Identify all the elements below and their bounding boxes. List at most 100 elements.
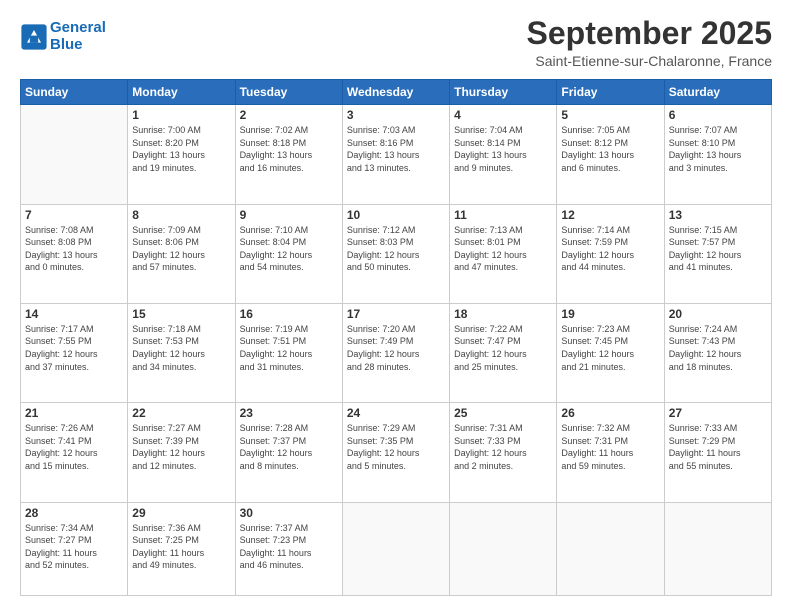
day-detail: Sunrise: 7:26 AMSunset: 7:41 PMDaylight:…	[25, 422, 123, 472]
calendar-table: Sunday Monday Tuesday Wednesday Thursday…	[20, 79, 772, 596]
day-number: 19	[561, 307, 659, 321]
col-wednesday: Wednesday	[342, 80, 449, 105]
day-detail: Sunrise: 7:02 AMSunset: 8:18 PMDaylight:…	[240, 124, 338, 174]
day-number: 18	[454, 307, 552, 321]
day-number: 3	[347, 108, 445, 122]
day-number: 9	[240, 208, 338, 222]
day-detail: Sunrise: 7:19 AMSunset: 7:51 PMDaylight:…	[240, 323, 338, 373]
table-row: 13 Sunrise: 7:15 AMSunset: 7:57 PMDayligh…	[664, 204, 771, 303]
table-row: 24Sunrise: 7:29 AMSunset: 7:35 PMDayligh…	[342, 403, 449, 502]
table-row: 7 Sunrise: 7:08 AMSunset: 8:08 PMDaylight…	[21, 204, 128, 303]
day-detail: Sunrise: 7:13 AMSunset: 8:01 PMDaylight:…	[454, 224, 552, 274]
table-row: 17 Sunrise: 7:20 AMSunset: 7:49 PMDayligh…	[342, 303, 449, 402]
title-block: September 2025 Saint-Etienne-sur-Chalaro…	[527, 16, 772, 69]
logo-line2: Blue	[50, 36, 83, 53]
col-tuesday: Tuesday	[235, 80, 342, 105]
logo: General Blue	[20, 20, 106, 53]
table-row: 3Sunrise: 7:03 AMSunset: 8:16 PMDaylight…	[342, 105, 449, 204]
logo-line1: General	[50, 19, 106, 36]
day-number: 30	[240, 506, 338, 520]
day-number: 27	[669, 406, 767, 420]
page: General Blue September 2025 Saint-Etienn…	[0, 0, 792, 612]
day-detail: Sunrise: 7:23 AMSunset: 7:45 PMDaylight:…	[561, 323, 659, 373]
table-row: 9 Sunrise: 7:10 AMSunset: 8:04 PMDaylight…	[235, 204, 342, 303]
table-row: 11Sunrise: 7:13 AMSunset: 8:01 PMDayligh…	[450, 204, 557, 303]
day-number: 15	[132, 307, 230, 321]
day-detail: Sunrise: 7:32 AMSunset: 7:31 PMDaylight:…	[561, 422, 659, 472]
day-detail: Sunrise: 7:31 AMSunset: 7:33 PMDaylight:…	[454, 422, 552, 472]
day-detail: Sunrise: 7:37 AMSunset: 7:23 PMDaylight:…	[240, 522, 338, 572]
table-row: 6 Sunrise: 7:07 AMSunset: 8:10 PMDaylight…	[664, 105, 771, 204]
header: General Blue September 2025 Saint-Etienn…	[20, 16, 772, 69]
table-row: 16 Sunrise: 7:19 AMSunset: 7:51 PMDayligh…	[235, 303, 342, 402]
table-row: 5Sunrise: 7:05 AMSunset: 8:12 PMDaylight…	[557, 105, 664, 204]
day-number: 29	[132, 506, 230, 520]
month-title: September 2025	[527, 16, 772, 51]
day-detail: Sunrise: 7:12 AMSunset: 8:03 PMDaylight:…	[347, 224, 445, 274]
table-row	[557, 502, 664, 596]
day-detail: Sunrise: 7:20 AMSunset: 7:49 PMDaylight:…	[347, 323, 445, 373]
table-row	[450, 502, 557, 596]
table-row: 23 Sunrise: 7:28 AMSunset: 7:37 PMDayligh…	[235, 403, 342, 502]
day-number: 16	[240, 307, 338, 321]
table-row: 28 Sunrise: 7:34 AMSunset: 7:27 PMDayligh…	[21, 502, 128, 596]
day-detail: Sunrise: 7:36 AMSunset: 7:25 PMDaylight:…	[132, 522, 230, 572]
day-detail: Sunrise: 7:15 AMSunset: 7:57 PMDaylight:…	[669, 224, 767, 274]
day-detail: Sunrise: 7:34 AMSunset: 7:27 PMDaylight:…	[25, 522, 123, 572]
table-row: 4 Sunrise: 7:04 AMSunset: 8:14 PMDaylight…	[450, 105, 557, 204]
day-detail: Sunrise: 7:27 AMSunset: 7:39 PMDaylight:…	[132, 422, 230, 472]
table-row	[342, 502, 449, 596]
table-row: 29 Sunrise: 7:36 AMSunset: 7:25 PMDayligh…	[128, 502, 235, 596]
day-number: 13	[669, 208, 767, 222]
day-detail: Sunrise: 7:22 AMSunset: 7:47 PMDaylight:…	[454, 323, 552, 373]
logo-text: General Blue	[50, 20, 106, 53]
table-row	[664, 502, 771, 596]
table-row: 26 Sunrise: 7:32 AMSunset: 7:31 PMDayligh…	[557, 403, 664, 502]
table-row: 18 Sunrise: 7:22 AMSunset: 7:47 PMDayligh…	[450, 303, 557, 402]
table-row: 1Sunrise: 7:00 AMSunset: 8:20 PMDaylight…	[128, 105, 235, 204]
table-row: 22 Sunrise: 7:27 AMSunset: 7:39 PMDayligh…	[128, 403, 235, 502]
col-sunday: Sunday	[21, 80, 128, 105]
day-number: 14	[25, 307, 123, 321]
day-number: 10	[347, 208, 445, 222]
col-thursday: Thursday	[450, 80, 557, 105]
day-number: 1	[132, 108, 230, 122]
table-row: 20Sunrise: 7:24 AMSunset: 7:43 PMDayligh…	[664, 303, 771, 402]
day-detail: Sunrise: 7:29 AMSunset: 7:35 PMDaylight:…	[347, 422, 445, 472]
day-detail: Sunrise: 7:24 AMSunset: 7:43 PMDaylight:…	[669, 323, 767, 373]
day-number: 8	[132, 208, 230, 222]
day-number: 7	[25, 208, 123, 222]
day-number: 28	[25, 506, 123, 520]
day-number: 25	[454, 406, 552, 420]
table-row: 14 Sunrise: 7:17 AMSunset: 7:55 PMDayligh…	[21, 303, 128, 402]
table-row: 2 Sunrise: 7:02 AMSunset: 8:18 PMDaylight…	[235, 105, 342, 204]
location: Saint-Etienne-sur-Chalaronne, France	[527, 53, 772, 69]
day-detail: Sunrise: 7:17 AMSunset: 7:55 PMDaylight:…	[25, 323, 123, 373]
table-row: 25 Sunrise: 7:31 AMSunset: 7:33 PMDayligh…	[450, 403, 557, 502]
day-detail: Sunrise: 7:04 AMSunset: 8:14 PMDaylight:…	[454, 124, 552, 174]
day-detail: Sunrise: 7:28 AMSunset: 7:37 PMDaylight:…	[240, 422, 338, 472]
day-number: 17	[347, 307, 445, 321]
day-detail: Sunrise: 7:07 AMSunset: 8:10 PMDaylight:…	[669, 124, 767, 174]
day-number: 4	[454, 108, 552, 122]
day-number: 26	[561, 406, 659, 420]
table-row: 19 Sunrise: 7:23 AMSunset: 7:45 PMDayligh…	[557, 303, 664, 402]
day-detail: Sunrise: 7:10 AMSunset: 8:04 PMDaylight:…	[240, 224, 338, 274]
day-number: 22	[132, 406, 230, 420]
table-row: 10 Sunrise: 7:12 AMSunset: 8:03 PMDayligh…	[342, 204, 449, 303]
col-monday: Monday	[128, 80, 235, 105]
day-number: 21	[25, 406, 123, 420]
day-detail: Sunrise: 7:08 AMSunset: 8:08 PMDaylight:…	[25, 224, 123, 274]
day-number: 23	[240, 406, 338, 420]
table-row: 27 Sunrise: 7:33 AMSunset: 7:29 PMDayligh…	[664, 403, 771, 502]
day-detail: Sunrise: 7:18 AMSunset: 7:53 PMDaylight:…	[132, 323, 230, 373]
table-row: 12Sunrise: 7:14 AMSunset: 7:59 PMDayligh…	[557, 204, 664, 303]
day-detail: Sunrise: 7:33 AMSunset: 7:29 PMDaylight:…	[669, 422, 767, 472]
day-number: 12	[561, 208, 659, 222]
table-row	[21, 105, 128, 204]
table-row: 15 Sunrise: 7:18 AMSunset: 7:53 PMDayligh…	[128, 303, 235, 402]
day-number: 2	[240, 108, 338, 122]
day-number: 6	[669, 108, 767, 122]
table-row: 21 Sunrise: 7:26 AMSunset: 7:41 PMDayligh…	[21, 403, 128, 502]
table-row: 8Sunrise: 7:09 AMSunset: 8:06 PMDaylight…	[128, 204, 235, 303]
